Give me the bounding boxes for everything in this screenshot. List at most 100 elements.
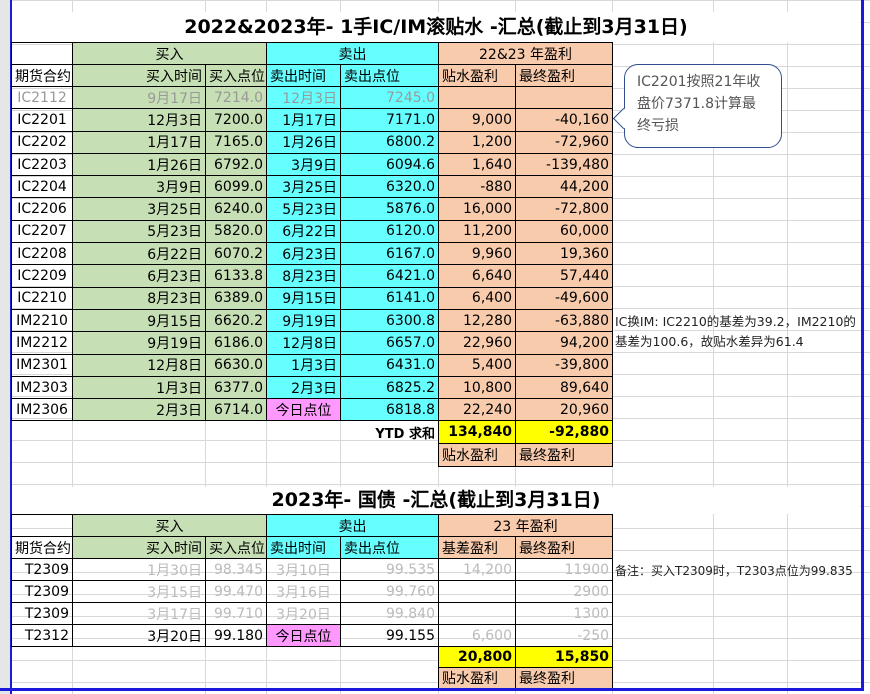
buy-date-cell[interactable]: 1月26日	[72, 152, 206, 177]
group-buy-header[interactable]: 买入	[72, 42, 267, 65]
contract-cell[interactable]: T2309	[11, 602, 73, 625]
empty-cell[interactable]	[12, 444, 73, 467]
contract-cell[interactable]: IC2206	[11, 197, 73, 221]
ytd-label-cell[interactable]	[341, 647, 439, 668]
column-header[interactable]: 最终盈利	[515, 64, 613, 87]
empty-cell[interactable]	[206, 421, 267, 444]
sell-price-cell[interactable]: 99.760	[340, 580, 439, 603]
group-profit-header[interactable]: 22&23 年盈利	[438, 42, 613, 65]
sell-price-cell[interactable]: 6800.2	[340, 130, 439, 154]
sell-date-cell[interactable]: 12月8日	[266, 331, 341, 355]
sell-price-cell[interactable]: 7245.0	[340, 85, 439, 110]
final-profit-cell[interactable]: -63,880	[515, 308, 613, 333]
discount-profit-cell[interactable]: 1,200	[438, 130, 516, 154]
empty-cell[interactable]	[341, 668, 439, 689]
buy-date-cell[interactable]: 5月23日	[72, 219, 206, 244]
buy-date-cell[interactable]: 9月15日	[72, 308, 206, 333]
final-profit-cell[interactable]: 94,200	[515, 331, 613, 355]
buy-date-cell[interactable]: 6月22日	[72, 242, 206, 266]
total-discount-profit[interactable]: 20,800	[438, 646, 516, 668]
column-header[interactable]: 贴水盈利	[438, 64, 516, 87]
buy-price-cell[interactable]: 99.180	[205, 624, 267, 647]
sell-price-cell[interactable]: 6120.0	[340, 219, 439, 244]
contract-cell[interactable]: T2309	[11, 558, 73, 581]
contract-cell[interactable]: IC2201	[11, 108, 73, 132]
contract-cell[interactable]: IC2203	[11, 152, 73, 177]
sell-date-cell[interactable]: 8月23日	[266, 264, 341, 288]
discount-profit-cell[interactable]: 5,400	[438, 353, 516, 377]
column-header[interactable]: 卖出点位	[340, 64, 439, 87]
empty-cell[interactable]	[267, 668, 341, 689]
contract-cell[interactable]: IC2207	[11, 219, 73, 244]
final-profit-cell[interactable]: 11900	[514, 558, 614, 581]
sell-date-cell[interactable]: 3月25日	[266, 175, 341, 199]
blank-cell[interactable]	[11, 42, 73, 65]
empty-cell[interactable]	[73, 444, 206, 467]
buy-price-cell[interactable]: 6133.8	[205, 264, 267, 288]
final-profit-cell[interactable]: -139,480	[515, 152, 613, 177]
buy-price-cell[interactable]: 6377.0	[205, 375, 267, 400]
buy-price-cell[interactable]: 7200.0	[205, 108, 267, 132]
buy-price-cell[interactable]: 6620.2	[205, 308, 267, 333]
discount-profit-cell[interactable]: 12,280	[438, 308, 516, 333]
buy-date-cell[interactable]: 3月15日	[72, 580, 206, 603]
buy-date-cell[interactable]: 3月9日	[72, 175, 206, 199]
sell-price-cell[interactable]: 6818.8	[340, 398, 439, 422]
sell-price-cell[interactable]: 6320.0	[340, 175, 439, 199]
empty-cell[interactable]	[73, 668, 206, 689]
empty-cell[interactable]	[206, 444, 267, 467]
group-sell-header[interactable]: 卖出	[266, 514, 439, 537]
contract-cell[interactable]: T2309	[11, 580, 73, 603]
sell-price-cell[interactable]: 6300.8	[340, 308, 439, 333]
buy-date-cell[interactable]: 2月3日	[72, 398, 206, 422]
final-profit-cell[interactable]: -40,160	[515, 108, 613, 132]
final-profit-cell[interactable]: -250	[514, 624, 614, 647]
final-profit-cell[interactable]: 20,960	[515, 398, 613, 422]
sell-price-cell[interactable]: 6657.0	[340, 331, 439, 355]
comment-callout[interactable]: IC2201按照21年收盘价7371.8计算最终亏损	[624, 64, 782, 148]
final-profit-cell[interactable]: 44,200	[515, 175, 613, 199]
final-profit-cell[interactable]: -72,800	[515, 197, 613, 221]
final-profit-cell[interactable]: -72,960	[515, 130, 613, 154]
contract-cell[interactable]: IC2112	[11, 85, 73, 110]
empty-cell[interactable]	[267, 444, 341, 467]
sell-price-cell[interactable]: 6167.0	[340, 242, 439, 266]
discount-profit-cell[interactable]	[438, 602, 516, 625]
final-profit-cell[interactable]: 57,440	[515, 264, 613, 288]
contract-cell[interactable]: IM2210	[11, 308, 73, 333]
final-profit-cell[interactable]	[515, 85, 613, 110]
column-header[interactable]: 期货合约	[11, 64, 73, 87]
discount-profit-cell[interactable]: 6,640	[438, 264, 516, 288]
sell-date-cell[interactable]: 1月17日	[266, 108, 341, 132]
empty-cell[interactable]	[12, 668, 73, 689]
buy-price-cell[interactable]: 5820.0	[205, 219, 267, 244]
discount-profit-cell[interactable]: 22,240	[438, 398, 516, 422]
final-profit-cell[interactable]: -39,800	[515, 353, 613, 377]
empty-cell[interactable]	[267, 421, 341, 444]
final-profit-cell[interactable]: 1300	[514, 602, 614, 625]
buy-date-cell[interactable]: 9月19日	[72, 331, 206, 355]
buy-date-cell[interactable]: 9月17日	[72, 85, 206, 110]
final-profit-cell[interactable]: 60,000	[515, 219, 613, 244]
total-discount-profit[interactable]: 134,840	[438, 420, 516, 445]
empty-cell[interactable]	[206, 647, 267, 668]
sell-date-cell[interactable]: 3月20日	[266, 602, 341, 625]
group-profit-header[interactable]: 23 年盈利	[437, 514, 614, 537]
empty-cell[interactable]	[12, 647, 73, 668]
total-final-profit[interactable]: -92,880	[515, 420, 613, 445]
final-profit-cell[interactable]: 89,640	[515, 375, 613, 400]
discount-profit-cell[interactable]: 14,200	[438, 558, 516, 581]
sell-date-cell[interactable]: 5月23日	[266, 197, 341, 221]
discount-profit-cell[interactable]: 22,960	[438, 331, 516, 355]
footer-label[interactable]: 贴水盈利	[438, 443, 516, 468]
contract-cell[interactable]: IM2303	[11, 375, 73, 400]
column-header[interactable]: 期货合约	[11, 536, 73, 559]
ytd-label-cell[interactable]: YTD 求和	[341, 421, 439, 444]
sell-price-cell[interactable]: 99.155	[340, 624, 439, 647]
contract-cell[interactable]: IC2204	[11, 175, 73, 199]
discount-profit-cell[interactable]: 9,000	[438, 108, 516, 132]
sell-price-cell[interactable]: 6141.0	[340, 286, 439, 310]
discount-profit-cell[interactable]: 10,800	[438, 375, 516, 400]
buy-price-cell[interactable]: 6792.0	[205, 152, 267, 177]
buy-price-cell[interactable]: 6630.0	[205, 353, 267, 377]
